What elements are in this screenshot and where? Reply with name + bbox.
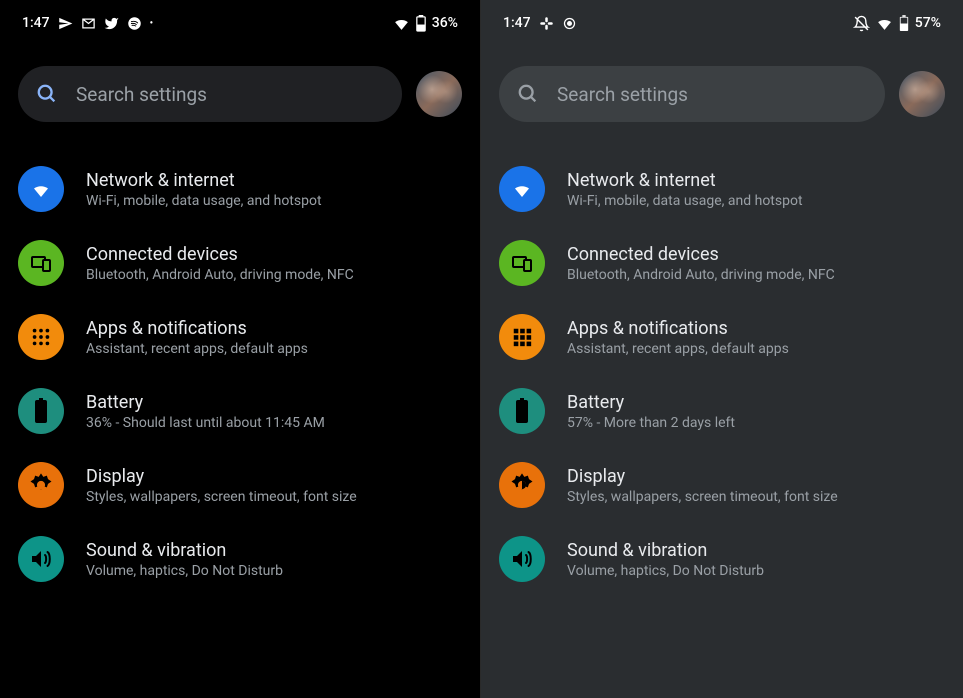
item-sub: Bluetooth, Android Auto, driving mode, N… (86, 267, 354, 283)
item-sub: Volume, haptics, Do Not Disturb (86, 563, 283, 579)
settings-screen-right: 1:47 57% Search settings Network & inter… (481, 0, 963, 698)
settings-item-display[interactable]: Display Styles, wallpapers, screen timeou… (0, 448, 480, 522)
settings-list: Network & internet Wi-Fi, mobile, data us… (0, 144, 480, 604)
gmail-icon (81, 16, 96, 31)
settings-item-apps[interactable]: Apps & notifications Assistant, recent ap… (0, 300, 480, 374)
search-placeholder: Search settings (557, 83, 688, 106)
item-title: Apps & notifications (567, 318, 789, 339)
settings-item-sound[interactable]: Sound & vibration Volume, haptics, Do Not… (0, 522, 480, 596)
item-title: Sound & vibration (567, 540, 764, 561)
settings-screen-left: 1:47 • 36% Search settings Network & int… (0, 0, 481, 698)
more-icon: • (150, 18, 154, 29)
item-title: Display (567, 466, 838, 487)
item-sub: Styles, wallpapers, screen timeout, font… (86, 489, 357, 505)
battery-circle-icon (499, 388, 545, 434)
item-sub: Assistant, recent apps, default apps (567, 341, 789, 357)
search-row: Search settings (0, 38, 480, 144)
battery-percent: 36% (432, 15, 458, 31)
sound-circle-icon (18, 536, 64, 582)
item-sub: 57% - More than 2 days left (567, 415, 735, 431)
status-time: 1:47 (503, 15, 531, 31)
item-sub: Assistant, recent apps, default apps (86, 341, 308, 357)
search-settings-input[interactable]: Search settings (499, 66, 885, 122)
search-row: Search settings (481, 38, 963, 144)
item-title: Network & internet (567, 170, 803, 191)
dnd-off-icon (853, 15, 870, 32)
profile-avatar[interactable] (899, 71, 945, 117)
search-icon (517, 83, 539, 105)
twitter-icon (104, 16, 119, 31)
telegram-icon (58, 16, 73, 31)
spotify-icon (127, 16, 142, 31)
search-icon (36, 83, 58, 105)
item-sub: Volume, haptics, Do Not Disturb (567, 563, 764, 579)
apps-circle-icon (18, 314, 64, 360)
item-title: Network & internet (86, 170, 322, 191)
status-bar: 1:47 • 36% (0, 8, 480, 38)
item-title: Battery (567, 392, 735, 413)
status-time: 1:47 (22, 15, 50, 31)
settings-item-network[interactable]: Network & internet Wi-Fi, mobile, data us… (481, 152, 963, 226)
settings-list: Network & internet Wi-Fi, mobile, data us… (481, 144, 963, 604)
target-icon (562, 16, 577, 31)
slack-icon (539, 16, 554, 31)
wifi-icon (393, 15, 410, 32)
battery-percent: 57% (915, 15, 941, 31)
settings-item-display[interactable]: Display Styles, wallpapers, screen timeou… (481, 448, 963, 522)
item-sub: Wi-Fi, mobile, data usage, and hotspot (86, 193, 322, 209)
item-title: Connected devices (86, 244, 354, 265)
display-circle-icon (18, 462, 64, 508)
battery-circle-icon (18, 388, 64, 434)
search-placeholder: Search settings (76, 83, 207, 106)
wifi-icon (876, 15, 893, 32)
devices-circle-icon (499, 240, 545, 286)
settings-item-network[interactable]: Network & internet Wi-Fi, mobile, data us… (0, 152, 480, 226)
settings-item-apps[interactable]: Apps & notifications Assistant, recent ap… (481, 300, 963, 374)
search-settings-input[interactable]: Search settings (18, 66, 402, 122)
settings-item-sound[interactable]: Sound & vibration Volume, haptics, Do Not… (481, 522, 963, 596)
status-bar: 1:47 57% (481, 8, 963, 38)
wifi-circle-icon (18, 166, 64, 212)
item-title: Battery (86, 392, 325, 413)
sound-circle-icon (499, 536, 545, 582)
devices-circle-icon (18, 240, 64, 286)
battery-outline-icon (416, 15, 426, 32)
item-sub: Styles, wallpapers, screen timeout, font… (567, 489, 838, 505)
display-circle-icon (499, 462, 545, 508)
item-sub: 36% - Should last until about 11:45 AM (86, 415, 325, 431)
wifi-circle-icon (499, 166, 545, 212)
item-sub: Wi-Fi, mobile, data usage, and hotspot (567, 193, 803, 209)
apps-circle-icon (499, 314, 545, 360)
settings-item-connected-devices[interactable]: Connected devices Bluetooth, Android Auto… (0, 226, 480, 300)
item-title: Sound & vibration (86, 540, 283, 561)
item-title: Apps & notifications (86, 318, 308, 339)
settings-item-connected-devices[interactable]: Connected devices Bluetooth, Android Auto… (481, 226, 963, 300)
item-sub: Bluetooth, Android Auto, driving mode, N… (567, 267, 835, 283)
settings-item-battery[interactable]: Battery 57% - More than 2 days left (481, 374, 963, 448)
item-title: Display (86, 466, 357, 487)
settings-item-battery[interactable]: Battery 36% - Should last until about 11:… (0, 374, 480, 448)
battery-icon (899, 15, 909, 32)
profile-avatar[interactable] (416, 71, 462, 117)
item-title: Connected devices (567, 244, 835, 265)
